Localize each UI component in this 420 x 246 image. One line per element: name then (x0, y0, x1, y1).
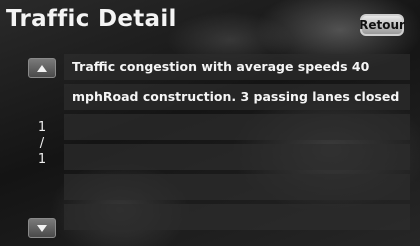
page-separator: / (39, 136, 45, 151)
list-item[interactable]: mphRoad construction. 3 passing lanes cl… (64, 84, 410, 110)
list-item (64, 114, 410, 140)
arrow-down-icon (37, 224, 47, 232)
list-item[interactable]: Traffic congestion with average speeds 4… (64, 54, 410, 80)
retour-button[interactable]: Retour (359, 14, 405, 36)
traffic-message-list: Traffic congestion with average speeds 4… (64, 54, 410, 234)
traffic-detail-screen: Traffic Detail Retour 1 / 1 Traffic cong… (0, 0, 420, 246)
page-indicator: 1 / 1 (28, 120, 56, 168)
arrow-up-icon (37, 64, 47, 72)
page-title: Traffic Detail (6, 6, 177, 32)
scroll-down-button[interactable] (28, 218, 56, 238)
list-item (64, 174, 410, 200)
scroll-column: 1 / 1 (28, 58, 56, 238)
list-item (64, 204, 410, 230)
page-current: 1 (37, 120, 47, 135)
list-item (64, 144, 410, 170)
scroll-up-button[interactable] (28, 58, 56, 78)
page-total: 1 (37, 152, 47, 167)
